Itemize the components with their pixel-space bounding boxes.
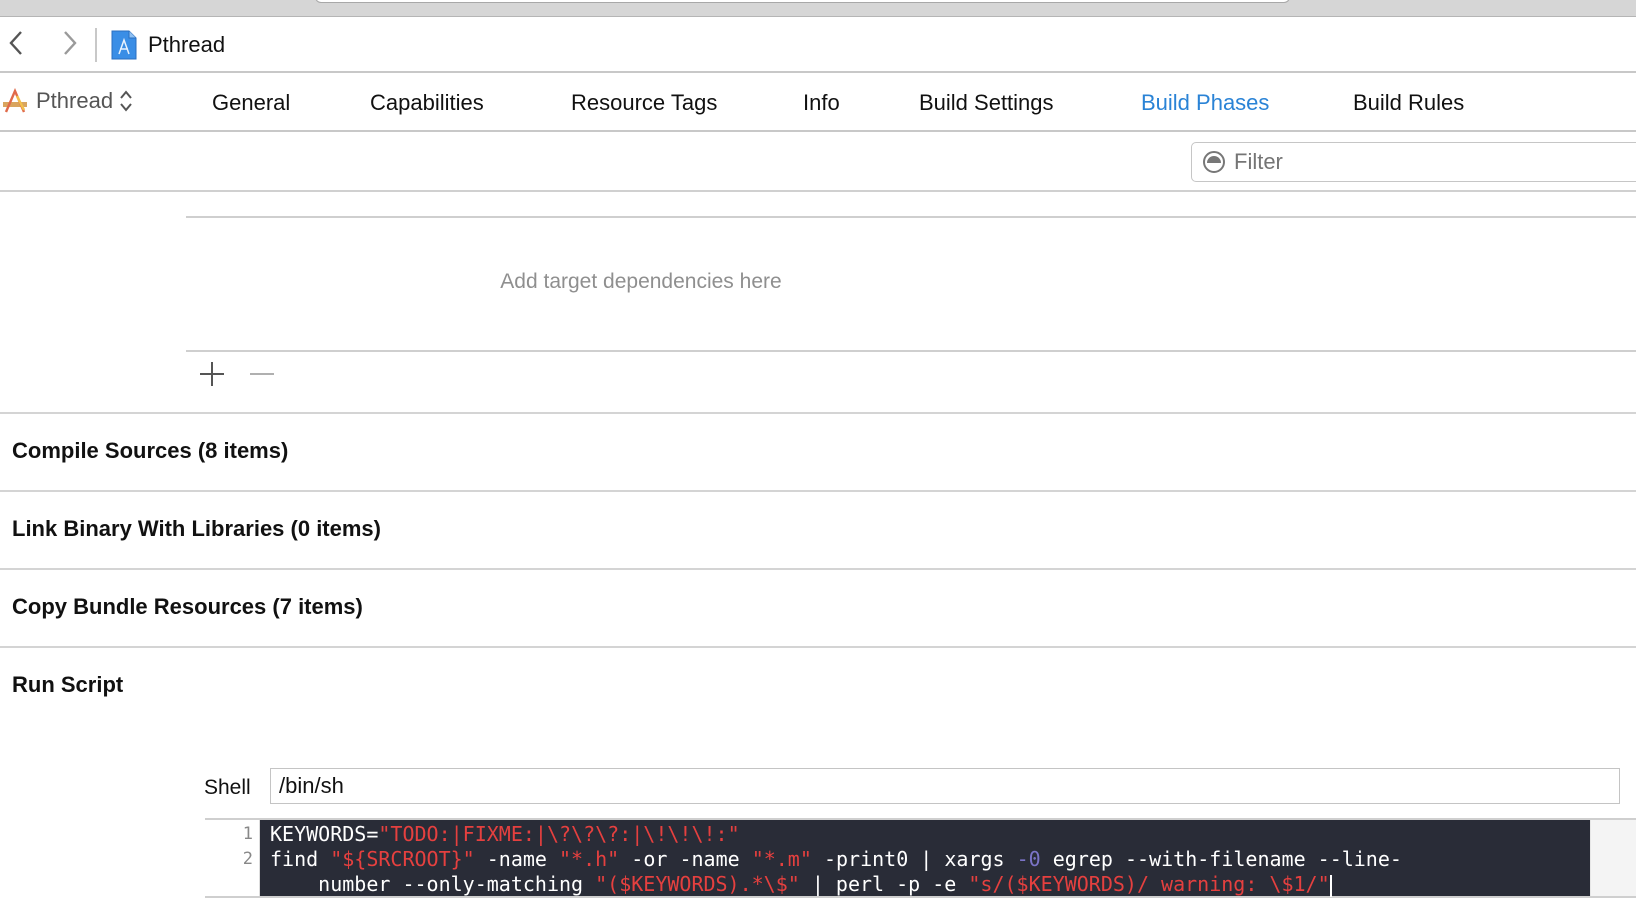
code-text: number --only-matching [270,872,596,896]
tab-build-settings[interactable]: Build Settings [919,90,1054,116]
code-string: "*.m" [751,847,812,871]
target-selector[interactable]: Pthread [2,88,133,114]
chevron-right-icon [64,31,77,55]
phase-run-script: Run Script Shell 1 2 KEYWORDS="TODO:|FIX… [0,646,1636,914]
line-number-gutter: 1 2 [205,820,260,896]
code-line: number --only-matching "($KEYWORDS).*\$"… [270,872,1590,897]
phase-copy-bundle-resources[interactable]: Copy Bundle Resources (7 items) [0,568,1636,646]
filter-icon [1203,151,1225,173]
shell-field[interactable] [270,768,1620,804]
editor-tab-bar: Pthread General Capabilities Resource Ta… [0,75,1636,132]
code-text: egrep --with-filename --line- [1040,847,1402,871]
code-text: | perl -p -e [799,872,969,896]
code-string: "*.h" [559,847,620,871]
tab-resource-tags[interactable]: Resource Tags [571,90,717,116]
code-string: "${SRCROOT}" [330,847,475,871]
tab-capabilities[interactable]: Capabilities [370,90,484,116]
line-number [205,874,259,899]
code-number: -0 [1016,847,1041,871]
filter-input[interactable] [1234,149,1614,175]
code-text: find [270,847,331,871]
target-dependencies-placeholder: Add target dependencies here [500,270,782,293]
window-titlebar [0,0,1636,17]
shell-label: Shell [204,776,251,799]
jump-bar: Pthread [0,18,1636,73]
forward-button[interactable] [56,28,84,58]
phase-title[interactable]: Compile Sources (8 items) [12,438,288,464]
app-target-icon [3,88,27,113]
window-tab[interactable] [315,0,1290,3]
script-editor: 1 2 KEYWORDS="TODO:|FIXME:|\?\?\?:|\!\!\… [205,818,1636,898]
tab-info[interactable]: Info [803,90,840,116]
text-cursor [1329,874,1332,897]
script-code-area[interactable]: KEYWORDS="TODO:|FIXME:|\?\?\?:|\!\!\!:" … [260,820,1590,897]
back-button[interactable] [2,28,30,58]
code-text: -or -name [619,847,752,871]
target-name: Pthread [36,88,114,113]
code-line: find "${SRCROOT}" -name "*.h" -or -name … [270,847,1590,872]
code-string: "s/($KEYWORDS)/ warning: \$1/" [968,872,1330,896]
add-dependency-button[interactable] [200,362,224,386]
xcode-project-file-icon [111,30,137,60]
code-line: KEYWORDS="TODO:|FIXME:|\?\?\?:|\!\!\!:" [270,822,1590,847]
code-text: -print0 | xargs [811,847,1017,871]
code-string: "TODO:|FIXME:|\?\?\?:|\!\!\!:" [378,822,740,846]
phase-link-binary[interactable]: Link Binary With Libraries (0 items) [0,490,1636,568]
filter-row [0,132,1636,192]
remove-dependency-button[interactable] [250,362,274,386]
phase-title[interactable]: Run Script [12,672,123,698]
tab-build-phases[interactable]: Build Phases [1141,90,1269,116]
jump-bar-separator [95,28,97,62]
chevron-left-icon [9,31,22,55]
target-dependencies-list: Add target dependencies here [186,216,1636,352]
code-string: "($KEYWORDS).*\$" [595,872,800,896]
phase-title[interactable]: Copy Bundle Resources (7 items) [12,594,363,620]
up-down-chevron-icon [120,90,132,112]
line-number: 1 [242,824,253,844]
code-text: -name [474,847,560,871]
code-text: KEYWORDS= [270,822,379,846]
phase-compile-sources[interactable]: Compile Sources (8 items) [0,412,1636,490]
shell-input[interactable] [271,769,1619,803]
tab-general[interactable]: General [212,90,290,116]
jump-bar-title[interactable]: Pthread [148,32,225,58]
phase-title[interactable]: Link Binary With Libraries (0 items) [12,516,381,542]
tab-build-rules[interactable]: Build Rules [1353,90,1464,116]
editor-scroll-area[interactable] [1590,820,1636,896]
filter-field[interactable] [1191,142,1636,182]
line-number: 2 [242,849,253,869]
